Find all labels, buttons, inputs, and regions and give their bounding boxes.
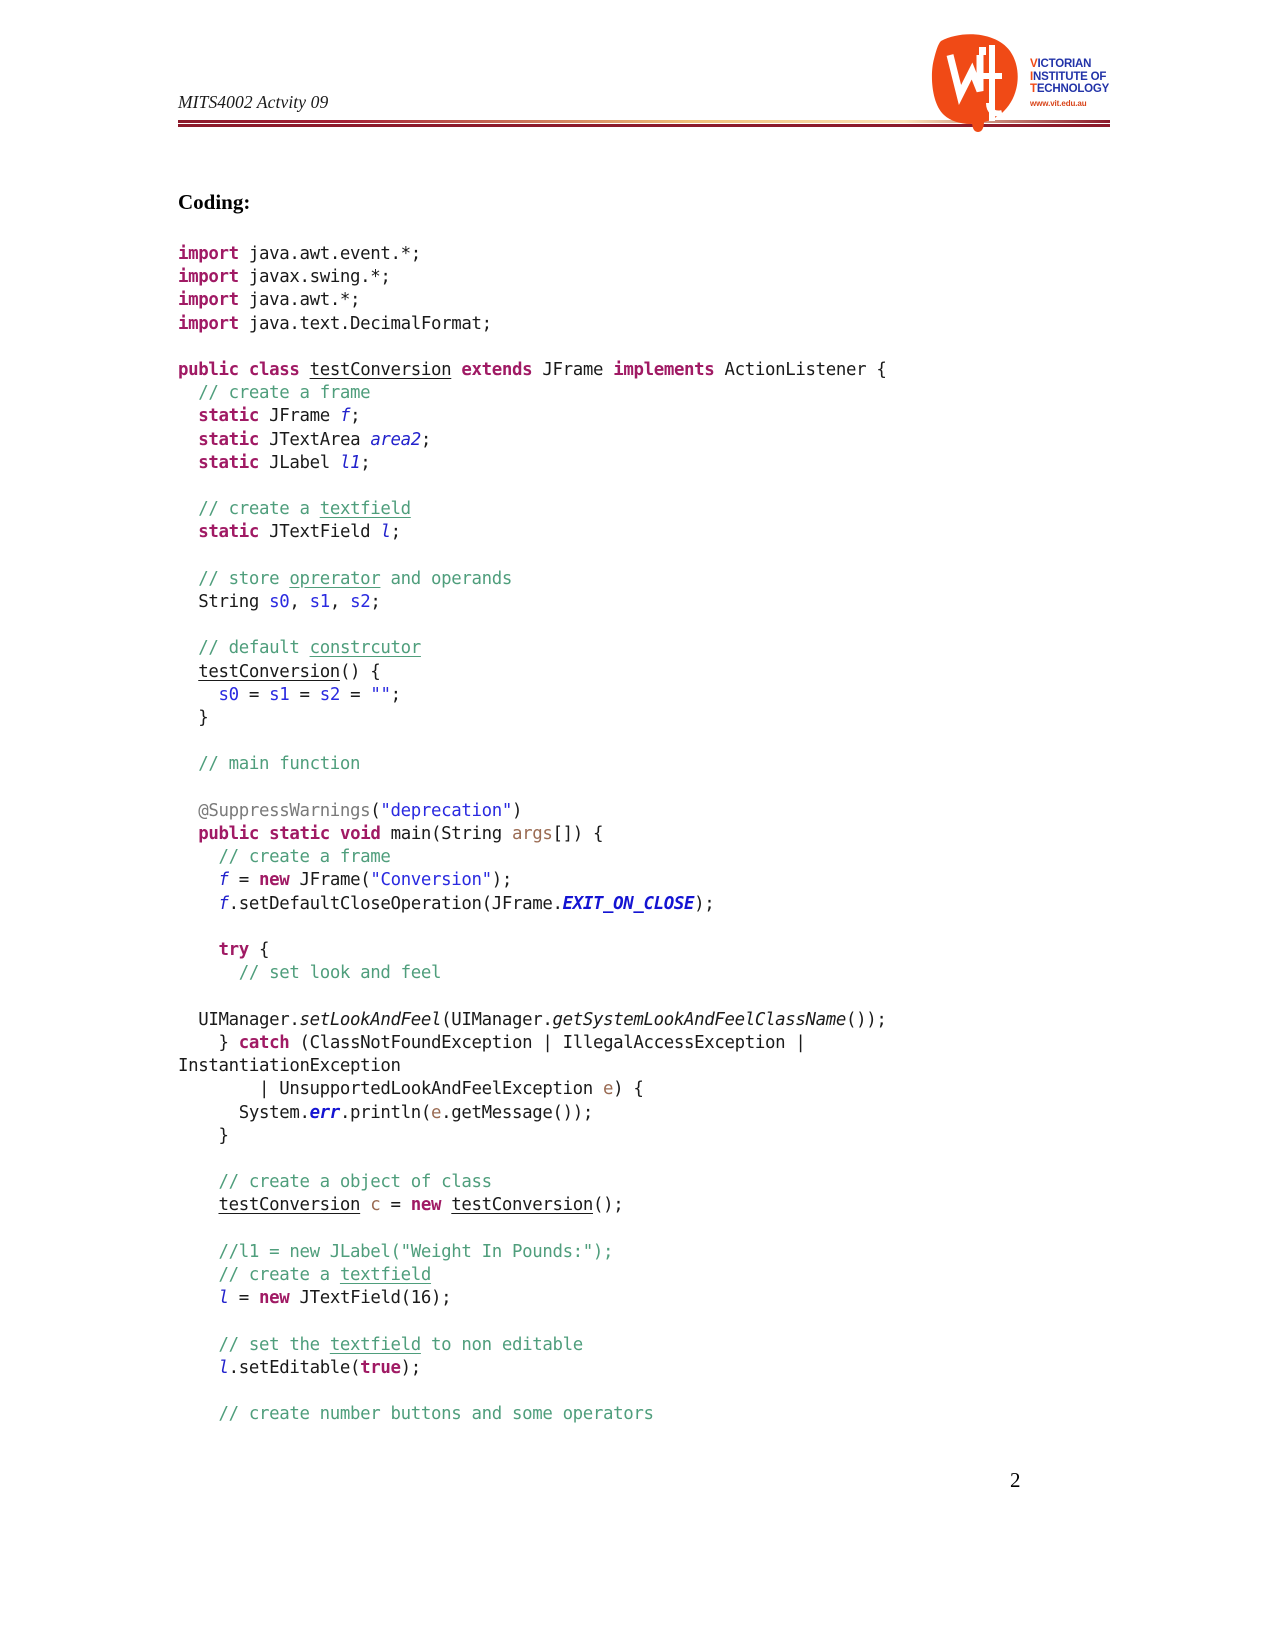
code-line: l = new JTextField(16); [218,1288,452,1309]
code-line: s0 = s1 = s2 = ""; [218,684,401,705]
document-body: Coding: import java.awt.event.*; import j… [178,190,1128,1426]
code-line: // create a textfield [198,499,411,520]
code-line: public static void main(String args[]) { [198,824,604,845]
vit-logo: VICTORIAN INSTITUTE OF TECHNOLOGY www.vi… [928,33,1120,133]
code-line: // create number buttons and some operat… [218,1404,654,1425]
code-line: // main function [198,754,361,775]
code-line: static JTextField l; [198,522,401,543]
code-line: // create a frame [198,383,371,404]
code-line: public class testConversion extends JFra… [178,360,887,381]
code-line: // create a frame [218,847,391,868]
code-line: // store oprerator and operands [198,568,512,589]
code-line: } [178,708,209,729]
code-line: static JTextArea area2; [198,429,432,450]
code-line: testConversion() { [198,661,381,682]
code-line: static JFrame f; [198,406,361,427]
code-line: f = new JFrame("Conversion"); [218,870,513,891]
code-line: try { [218,940,270,961]
code-line: import javax.swing.*; [178,267,391,288]
page-header: MITS4002 Actvity 09 VICTORIAN INSTITUTE … [0,0,1275,135]
code-line: // default constrcutor [198,638,421,659]
logo-line-institute: INSTITUTE OF [1030,70,1107,83]
code-line: import java.text.DecimalFormat; [178,313,492,334]
code-line: f.setDefaultCloseOperation(JFrame.EXIT_O… [218,893,715,914]
header-document-title: MITS4002 Actvity 09 [178,92,329,112]
code-line: UIManager.setLookAndFeel(UIManager.getSy… [178,1009,887,1030]
code-line: @SuppressWarnings("deprecation") [198,800,523,821]
page-number: 2 [1010,1468,1021,1492]
vit-logo-wordmark: VICTORIAN INSTITUTE OF TECHNOLOGY www.vi… [1030,58,1122,108]
code-line: // create a textfield [218,1264,432,1285]
java-code-block: import java.awt.event.*; import javax.swi… [178,243,1128,1426]
section-heading-coding: Coding: [178,190,251,214]
code-line: } catch (ClassNotFoundException | Illega… [178,1032,806,1053]
code-line: l.setEditable(true); [218,1357,421,1378]
logo-line-technology: TECHNOLOGY [1030,83,1110,95]
code-line: InstantiationException [178,1056,401,1077]
code-line: System.err.println(e.getMessage()); [178,1102,594,1123]
code-line: testConversion c = new testConversion(); [218,1195,624,1216]
code-line: static JLabel l1; [198,452,371,473]
document-page: MITS4002 Actvity 09 VICTORIAN INSTITUTE … [0,0,1275,1651]
code-line: // create a object of class [218,1172,492,1193]
code-line: //l1 = new JLabel("Weight In Pounds:"); [218,1241,614,1262]
code-line: import java.awt.*; [178,290,361,311]
vit-logo-mark-icon [928,33,1024,133]
code-line: | UnsupportedLookAndFeelException e) { [178,1079,644,1100]
code-line: import java.awt.event.*; [178,244,421,264]
code-line: String s0, s1, s2; [178,592,381,613]
code-line: } [178,1125,229,1146]
code-line: // set look and feel [238,963,442,984]
logo-url: www.vit.edu.au [1030,98,1087,108]
logo-line-victorian: VICTORIAN [1030,58,1092,70]
code-line: // set the textfield to non editable [218,1334,583,1355]
